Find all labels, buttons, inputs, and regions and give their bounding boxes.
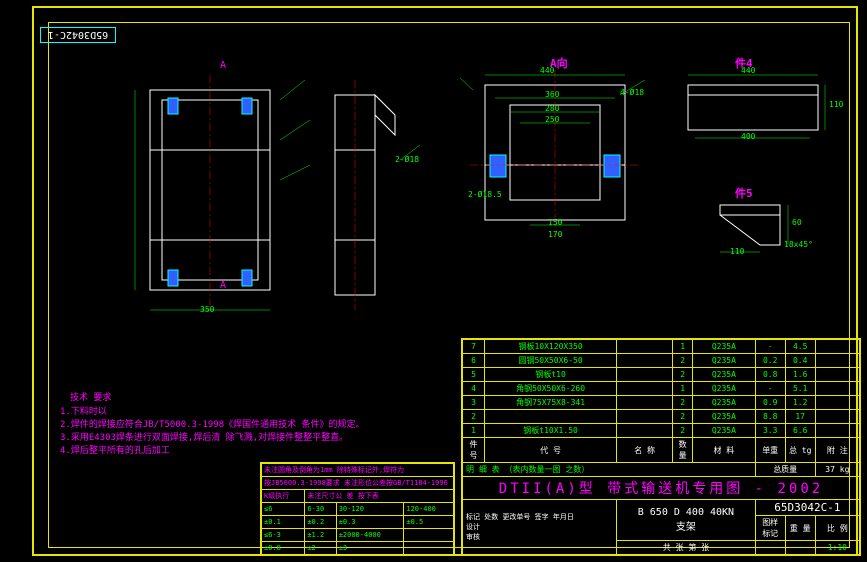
bom-row: 1钢板t10X1.502Q235A3.36.6 bbox=[463, 424, 860, 438]
dim-p5-60: 60 bbox=[792, 218, 802, 227]
drawing-title: DTII(A)型 带式输送机专用图 - 2002 bbox=[463, 477, 860, 500]
title-block: 7钢板10X120X3501Q235A-4.56圆钢50X50X6-502Q23… bbox=[461, 338, 861, 556]
bom-row: 22Q235A8.817 bbox=[463, 410, 860, 424]
bom-row: 6圆钢50X50X6-502Q235A0.20.4 bbox=[463, 354, 860, 368]
dim-aux-360: 360 bbox=[545, 90, 559, 99]
dim-holes2: 2-Ø18.5 bbox=[468, 190, 502, 199]
dim-aux-440: 440 bbox=[540, 66, 554, 75]
tol-hdr: 未注圆角及倒角为1mm 除特殊标记外,焊符为 bbox=[262, 464, 454, 477]
bom-row: 4角钢50X50X6-2601Q235A-5.1 bbox=[463, 382, 860, 396]
bom-row: 3角钢75X75X8-3412Q235A0.91.2 bbox=[463, 396, 860, 410]
dim-aux-280: 280 bbox=[545, 104, 559, 113]
dim-holes1: 2-Ø18 bbox=[395, 155, 419, 164]
tol-l2: 按JB5000.3-1998要求 未注形位公差按GB/T1184-1996 bbox=[262, 477, 454, 490]
note-1: 1.下料时以 bbox=[60, 406, 107, 419]
bom-row: 5钢板t102Q235A0.81.6 bbox=[463, 368, 860, 382]
dim-p5-angle: 18x45° bbox=[784, 240, 813, 249]
note-3: 3.采用E4303焊条进行双面焊接,焊后清 除飞溅,对焊接件整整平整直。 bbox=[60, 432, 348, 445]
dim-aux-170: 170 bbox=[548, 230, 562, 239]
dim-p4-w: 440 bbox=[741, 66, 755, 75]
dim-aux-150: 150 bbox=[548, 218, 562, 227]
revision-block: 未注圆角及倒角为1mm 除特殊标记外,焊符为 按JB5000.3-1998要求 … bbox=[260, 462, 455, 556]
dim-main-width: 350 bbox=[200, 305, 214, 314]
dim-holes3: 4-Ø18 bbox=[620, 88, 644, 97]
dim-aux-250: 250 bbox=[545, 115, 559, 124]
dim-p4-h: 110 bbox=[829, 100, 843, 109]
drawing-id: 65D3042C-1 bbox=[755, 500, 859, 516]
bom-row: 7钢板10X120X3501Q235A-4.5 bbox=[463, 340, 860, 354]
note-4: 4.焊后整平所有的孔后加工 bbox=[60, 445, 170, 458]
dim-p4-w2: 400 bbox=[741, 132, 755, 141]
notes-header: 技术 要求 bbox=[70, 392, 111, 405]
dim-p5-110: 110 bbox=[730, 247, 744, 256]
note-2: 2.焊件的焊接应符合JB/T5000.3-1998《焊国件通用技术 条件》的规定… bbox=[60, 419, 365, 432]
